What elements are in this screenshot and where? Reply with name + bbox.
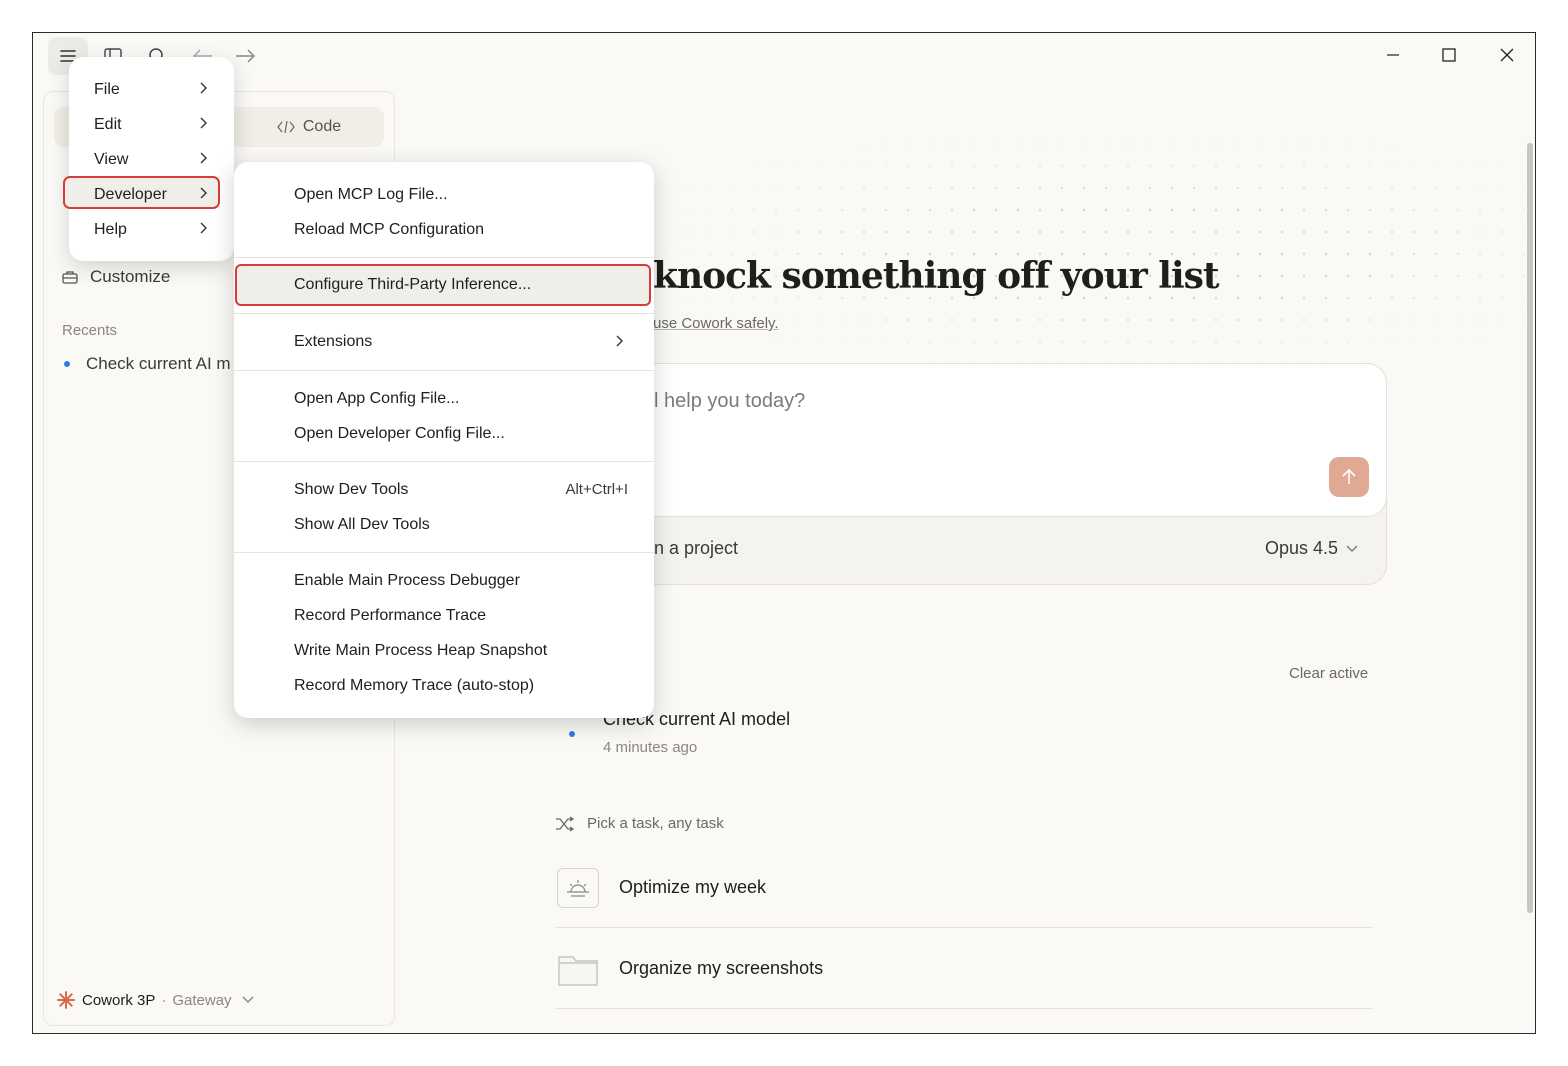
workspace-switcher[interactable]: Cowork 3P · Gateway	[56, 990, 254, 1010]
menu-separator	[234, 461, 654, 462]
menu-item-label: Open App Config File...	[294, 390, 460, 407]
composer: l help you today? n a project Opus 4.5	[593, 363, 1387, 585]
menu-item-label: Record Memory Trace (auto-stop)	[294, 677, 535, 694]
menu-item-open-dev-config[interactable]: Open Developer Config File...	[234, 417, 654, 452]
menu-item-show-all-dev-tools[interactable]: Show All Dev Tools	[234, 508, 654, 543]
menu-item-heap-snapshot[interactable]: Write Main Process Heap Snapshot	[234, 634, 654, 669]
sidebar-item-customize[interactable]: Customize	[62, 267, 170, 287]
folder-icon	[557, 949, 599, 989]
model-selector[interactable]: Opus 4.5	[1265, 538, 1358, 559]
menu-item-label: Developer	[94, 185, 167, 203]
task-suggestion[interactable]: Organize my screenshots	[555, 929, 1373, 1009]
menu-item-label: Extensions	[294, 333, 373, 350]
active-task-time: 4 minutes ago	[603, 739, 698, 756]
chevron-down-icon	[242, 996, 254, 1003]
chevron-right-icon	[200, 222, 207, 234]
workspace-name: Cowork 3P	[82, 991, 156, 1009]
menu-item-label: Enable Main Process Debugger	[294, 572, 520, 589]
composer-placeholder: l help you today?	[654, 390, 806, 412]
menu-item-label: Open MCP Log File...	[294, 186, 448, 203]
starburst-logo-icon	[57, 991, 75, 1009]
app-menu-lower: Developer Help	[69, 57, 234, 261]
menu-item-help[interactable]: Help	[69, 212, 234, 247]
recents-heading: Recents	[62, 322, 118, 339]
menu-item-enable-debugger[interactable]: Enable Main Process Debugger	[234, 564, 654, 599]
menu-item-label: Show Dev Tools	[294, 481, 409, 498]
sunrise-icon	[557, 867, 599, 908]
pick-task-label: Pick a task, any task	[587, 815, 724, 832]
menu-item-show-dev-tools[interactable]: Show Dev Tools Alt+Ctrl+I	[234, 473, 654, 508]
close-icon	[1500, 48, 1514, 62]
menu-separator	[234, 552, 654, 553]
status-dot	[64, 361, 70, 367]
dot-pattern-background	[633, 133, 1533, 373]
menu-separator	[234, 313, 654, 314]
minimize-icon	[1387, 54, 1399, 56]
send-button[interactable]	[1329, 457, 1369, 497]
tab-code[interactable]: Code	[234, 107, 384, 147]
menu-item-shortcut: Alt+Ctrl+I	[565, 481, 628, 498]
menu-item-extensions[interactable]: Extensions	[234, 325, 654, 360]
safety-link[interactable]: use Cowork safely.	[653, 315, 779, 332]
menu-item-open-mcp-log[interactable]: Open MCP Log File...	[234, 178, 654, 213]
menu-item-record-performance[interactable]: Record Performance Trace	[234, 599, 654, 634]
menu-item-developer[interactable]: Developer	[69, 177, 234, 212]
recent-item-label: Check current AI m	[86, 354, 231, 373]
tab-code-label: Code	[302, 118, 342, 135]
model-name: Opus 4.5	[1264, 538, 1338, 558]
developer-submenu: Open MCP Log File... Reload MCP Configur…	[234, 162, 654, 718]
code-icon	[277, 121, 295, 133]
clear-active-button[interactable]: Clear active	[1289, 665, 1368, 682]
arrow-right-icon	[236, 49, 255, 63]
subtitle: use Cowork safely.	[653, 315, 779, 332]
close-button[interactable]	[1484, 39, 1530, 71]
menu-item-label: Write Main Process Heap Snapshot	[294, 642, 548, 659]
menu-separator	[234, 257, 654, 258]
task-suggestion-label: Optimize my week	[619, 877, 767, 897]
menu-item-label: Show All Dev Tools	[294, 516, 430, 533]
menu-item-reload-mcp[interactable]: Reload MCP Configuration	[234, 213, 654, 248]
composer-input-area[interactable]: l help you today?	[593, 363, 1387, 517]
status-dot	[569, 731, 575, 737]
minimize-button[interactable]	[1370, 39, 1416, 71]
menu-item-configure-inference[interactable]: Configure Third-Party Inference...	[235, 264, 651, 306]
shuffle-icon	[556, 815, 575, 832]
menu-item-label: Help	[94, 220, 127, 238]
menu-item-open-app-config[interactable]: Open App Config File...	[234, 382, 654, 417]
menu-item-record-memory[interactable]: Record Memory Trace (auto-stop)	[234, 669, 654, 704]
chevron-right-icon	[616, 335, 623, 347]
title-bar	[33, 33, 1535, 77]
page-title: knock something off your list	[653, 255, 1220, 297]
menu-separator	[234, 370, 654, 371]
briefcase-icon	[62, 271, 78, 284]
maximize-button[interactable]	[1426, 39, 1472, 71]
sidebar-item-label: Customize	[90, 267, 171, 286]
pick-task-heading: Pick a task, any task	[555, 815, 724, 832]
chevron-down-icon	[1346, 545, 1358, 552]
maximize-icon	[1442, 48, 1456, 62]
footer-separator: ·	[161, 991, 167, 1009]
scrollbar[interactable]	[1527, 143, 1533, 913]
menu-item-label: Configure Third-Party Inference...	[294, 276, 532, 293]
menu-item-label: Reload MCP Configuration	[294, 221, 485, 238]
menu-item-label: Open Developer Config File...	[294, 425, 505, 442]
arrow-up-icon	[1342, 469, 1356, 484]
chevron-right-icon	[200, 187, 207, 199]
workspace-gateway: Gateway	[172, 991, 232, 1009]
menu-item-label: Record Performance Trace	[294, 607, 487, 624]
task-suggestion[interactable]: Optimize my week	[555, 848, 1373, 928]
project-selector[interactable]: n a project	[654, 538, 738, 559]
task-suggestion-label: Organize my screenshots	[619, 958, 824, 978]
